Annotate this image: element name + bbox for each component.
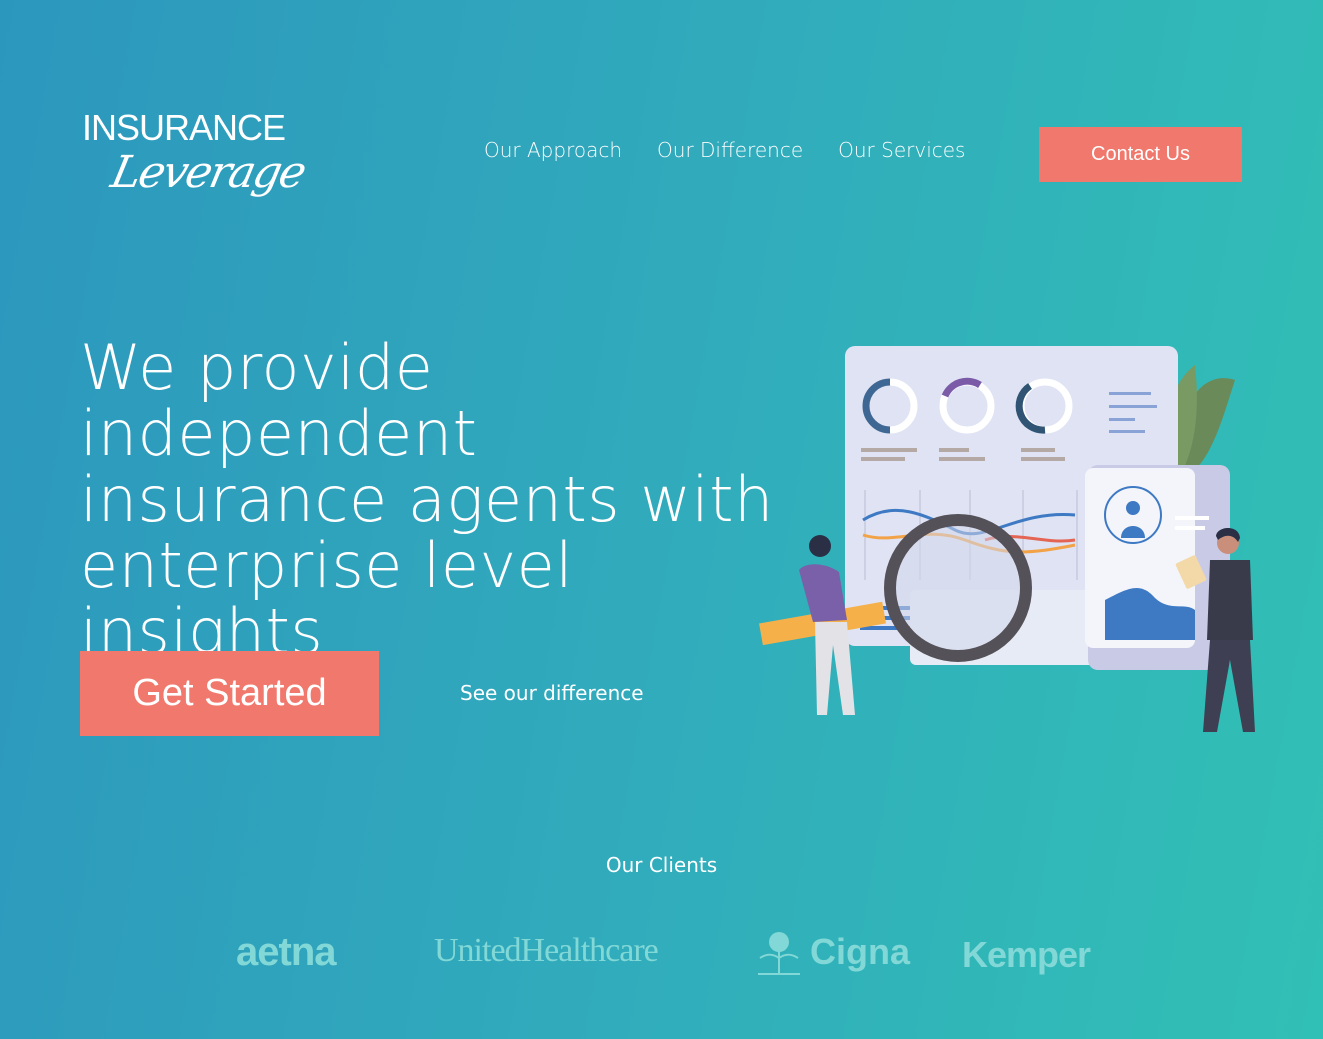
dashboard-illustration — [759, 346, 1255, 732]
hero-line: insurance agents with — [80, 463, 774, 536]
tree-icon — [758, 932, 800, 975]
hero-headline: We provide independent insurance agents … — [80, 335, 800, 665]
nav-our-services[interactable]: Our Services — [838, 138, 965, 162]
contact-us-button[interactable]: Contact Us — [1039, 127, 1242, 182]
kemper-logo: Kemper — [962, 934, 1091, 976]
hero-line: enterprise level insights — [80, 529, 574, 668]
kemper-logo-text: Kemper — [962, 934, 1091, 975]
brand-name-script: Leverage — [106, 147, 310, 198]
unitedhealthcare-logo: UnitedHealthcare — [434, 932, 659, 970]
brand-name-top: INSURANCE — [82, 107, 286, 148]
get-started-button[interactable]: Get Started — [80, 651, 379, 736]
aetna-logo: aetna — [236, 930, 336, 975]
cigna-logo: Cigna — [754, 928, 910, 976]
main-nav: Our Approach Our Difference Our Services — [484, 138, 965, 162]
brand-logo[interactable]: INSURANCE Leverage — [82, 108, 312, 218]
unitedhealthcare-logo-text: UnitedHealthcare — [434, 932, 659, 969]
user-avatar-icon — [1126, 501, 1140, 515]
nav-our-approach[interactable]: Our Approach — [484, 138, 622, 162]
hero-line: We provide independent — [80, 331, 478, 470]
cigna-logo-text: Cigna — [810, 931, 911, 972]
clients-title: Our Clients — [605, 853, 718, 877]
nav-our-difference[interactable]: Our Difference — [657, 138, 803, 162]
aetna-logo-text: aetna — [236, 930, 336, 974]
see-difference-link[interactable]: See our difference — [460, 681, 644, 705]
magnifier-icon — [884, 514, 1032, 662]
person-woman — [809, 535, 831, 557]
